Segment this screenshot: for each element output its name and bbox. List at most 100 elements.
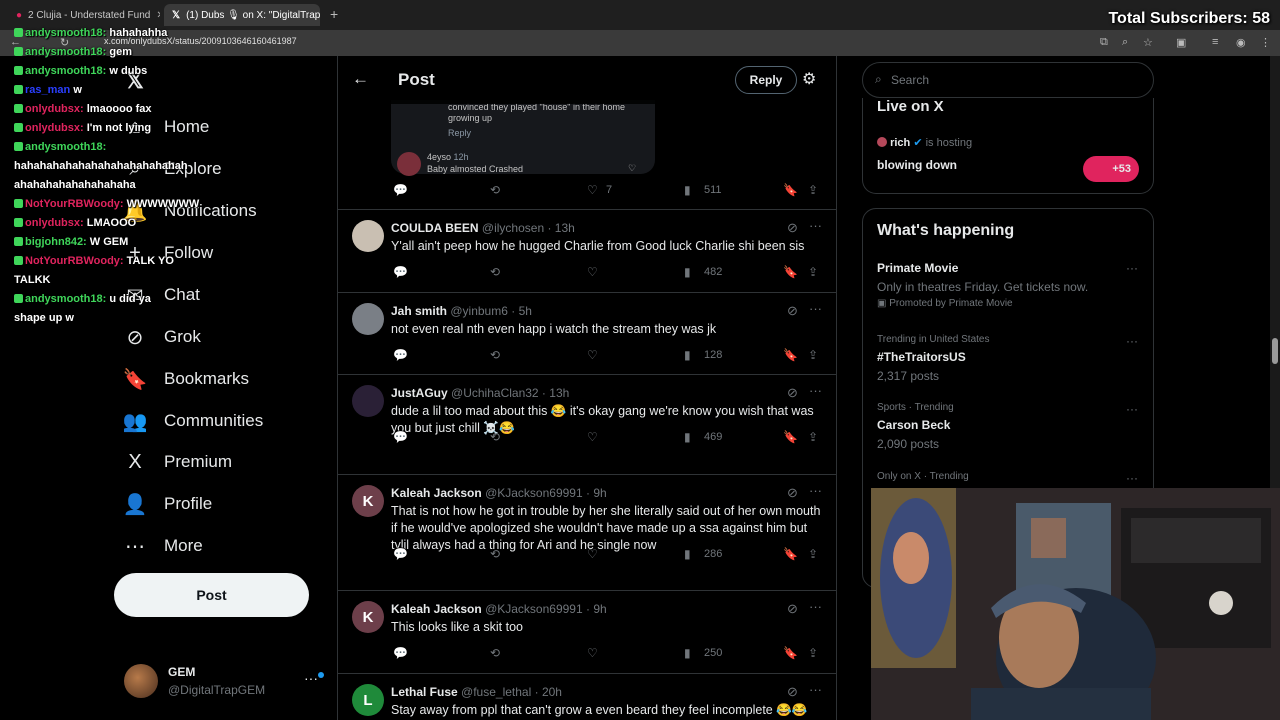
more-icon[interactable]: ··· [304,670,318,686]
install-icon[interactable]: ⧉ [1100,36,1108,49]
bookmark-star-icon[interactable]: ☆ [1143,36,1153,49]
repost-icon[interactable]: ⟲ [490,348,500,362]
profile-icon[interactable]: ◉ [1236,36,1246,49]
tab-search-icon[interactable]: ≡ [1212,36,1218,48]
like-icon[interactable]: ♡ [587,183,598,197]
post-button[interactable]: Post [114,573,309,617]
more-icon[interactable]: ··· [809,301,822,316]
like-icon[interactable]: ♡ [587,646,598,660]
like-icon[interactable]: ♡ [587,265,598,279]
bookmark-icon[interactable]: 🔖 [783,430,798,444]
reply-button[interactable]: Reply [735,66,797,94]
more-icon[interactable]: ··· [1126,471,1138,485]
bookmark-icon[interactable]: 🔖 [783,547,798,561]
avatar[interactable]: K [352,485,384,517]
sidebar-item-premium[interactable]: X Premium [122,445,232,479]
avatar[interactable] [352,303,384,335]
bookmark-icon[interactable]: 🔖 [783,183,798,197]
repost-icon[interactable]: ⟲ [490,646,500,660]
live-listeners-badge[interactable]: +53 [1083,156,1139,182]
views-icon[interactable]: ▮ [684,183,691,197]
share-icon[interactable]: ⇪ [808,646,818,660]
bookmark-icon[interactable]: 🔖 [783,265,798,279]
new-tab-icon[interactable]: + [330,6,338,22]
post-timeline[interactable]: ← Post Reply ⚙ convinced they played "ho… [337,56,837,720]
sidebar-item-communities[interactable]: 👥 Communities [122,404,264,438]
menu-icon[interactable]: ⋮ [1260,36,1271,49]
reply-icon[interactable]: 💬 [393,348,408,362]
reply-post[interactable]: COULDA BEEN @ilychosen · 13h ⊘ ··· Y'all ai… [338,209,836,292]
more-icon[interactable]: ··· [809,682,822,697]
reply-icon[interactable]: 💬 [393,265,408,279]
close-tab-icon[interactable]: ✕ [156,10,160,21]
sidebar-item-more[interactable]: ⋯ More [122,529,203,563]
post-author[interactable]: COULDA BEEN @ilychosen · 13h [391,221,575,235]
grok-icon[interactable]: ⊘ [787,303,798,319]
zoom-icon[interactable]: ⌕ [1122,36,1128,49]
grok-icon[interactable]: ⊘ [787,485,798,501]
share-icon[interactable]: ⇪ [808,183,818,197]
views-icon[interactable]: ▮ [684,547,691,561]
live-host-row[interactable]: rich ✔ is hosting [877,136,972,149]
scrollbar[interactable] [1270,56,1280,488]
post-author[interactable]: Lethal Fuse @fuse_lethal · 20h [391,685,562,699]
more-icon[interactable]: ··· [809,599,822,614]
reply-icon[interactable]: 💬 [393,430,408,444]
more-icon[interactable]: ··· [1126,402,1138,416]
views-icon[interactable]: ▮ [684,265,691,279]
grok-icon[interactable]: ⊘ [787,220,798,236]
share-icon[interactable]: ⇪ [808,430,818,444]
trend-item[interactable]: Trending in United States #TheTraitorsUS 2… [863,334,1153,400]
more-icon[interactable]: ··· [809,218,822,233]
views-icon[interactable]: ▮ [684,646,691,660]
trend-item[interactable]: Sports · Trending Carson Beck 2,090 posts ·… [863,402,1153,468]
grok-icon[interactable]: ⊘ [787,601,798,617]
like-icon[interactable]: ♡ [587,348,598,362]
reply-icon[interactable]: 💬 [393,547,408,561]
more-icon[interactable]: ··· [809,383,822,398]
live-topic[interactable]: blowing down [877,158,957,172]
post-author[interactable]: Kaleah Jackson @KJackson69991 · 9h [391,602,607,616]
reply-post[interactable]: L Lethal Fuse @fuse_lethal · 20h ⊘ ··· Stay … [338,673,836,720]
like-icon[interactable]: ♡ [587,430,598,444]
post-author[interactable]: Kaleah Jackson @KJackson69991 · 9h [391,486,607,500]
grok-icon[interactable]: ⊘ [787,684,798,700]
reply-icon[interactable]: 💬 [393,183,408,197]
grok-icon[interactable]: ⊘ [787,385,798,401]
repost-icon[interactable]: ⟲ [490,183,500,197]
browser-tab-1[interactable]: ● 2 Clujia - Understated Fund ✕ [8,4,160,26]
scrollbar-thumb[interactable] [1272,338,1278,364]
bookmark-icon[interactable]: 🔖 [783,646,798,660]
filter-icon[interactable]: ⚙ [802,69,816,89]
reply-post[interactable]: JustAGuy @UchihaClan32 · 13h ⊘ ··· dude a l… [338,374,836,474]
share-icon[interactable]: ⇪ [808,348,818,362]
bookmark-icon[interactable]: 🔖 [783,348,798,362]
repost-icon[interactable]: ⟲ [490,547,500,561]
like-icon[interactable]: ♡ [587,547,598,561]
avatar[interactable] [352,220,384,252]
post-author[interactable]: JustAGuy @UchihaClan32 · 13h [391,386,569,400]
sidebar-item-bookmarks[interactable]: 🔖 Bookmarks [122,362,249,396]
avatar[interactable] [352,385,384,417]
back-arrow-icon[interactable]: ← [352,69,369,89]
share-icon[interactable]: ⇪ [808,265,818,279]
search-input[interactable]: ⌕ Search [862,62,1154,98]
browser-tab-2[interactable]: 𝕏 (1) Dubs 🎙 on X: "DigitalTrapGEM" ✕ [164,4,320,26]
more-icon[interactable]: ··· [809,483,822,498]
account-switcher[interactable]: GEM @DigitalTrapGEM ··· [124,662,324,702]
share-icon[interactable]: ⇪ [808,547,818,561]
reply-post[interactable]: Jah smith @yinbum6 · 5h ⊘ ··· not even real… [338,292,836,374]
reply-post[interactable]: K Kaleah Jackson @KJackson69991 · 9h ⊘ ··· T… [338,474,836,590]
embedded-media[interactable]: convinced they played "house" in their h… [391,100,655,176]
views-icon[interactable]: ▮ [684,430,691,444]
avatar[interactable]: K [352,601,384,633]
sidebar-item-profile[interactable]: 👤 Profile [122,487,213,521]
repost-icon[interactable]: ⟲ [490,265,500,279]
reply-post[interactable]: K Kaleah Jackson @KJackson69991 · 9h ⊘ ··· T… [338,590,836,673]
avatar[interactable]: L [352,684,384,716]
views-icon[interactable]: ▮ [684,348,691,362]
more-icon[interactable]: ··· [1126,261,1138,275]
more-icon[interactable]: ··· [1126,334,1138,348]
reply-icon[interactable]: 💬 [393,646,408,660]
post-author[interactable]: Jah smith @yinbum6 · 5h [391,304,532,318]
